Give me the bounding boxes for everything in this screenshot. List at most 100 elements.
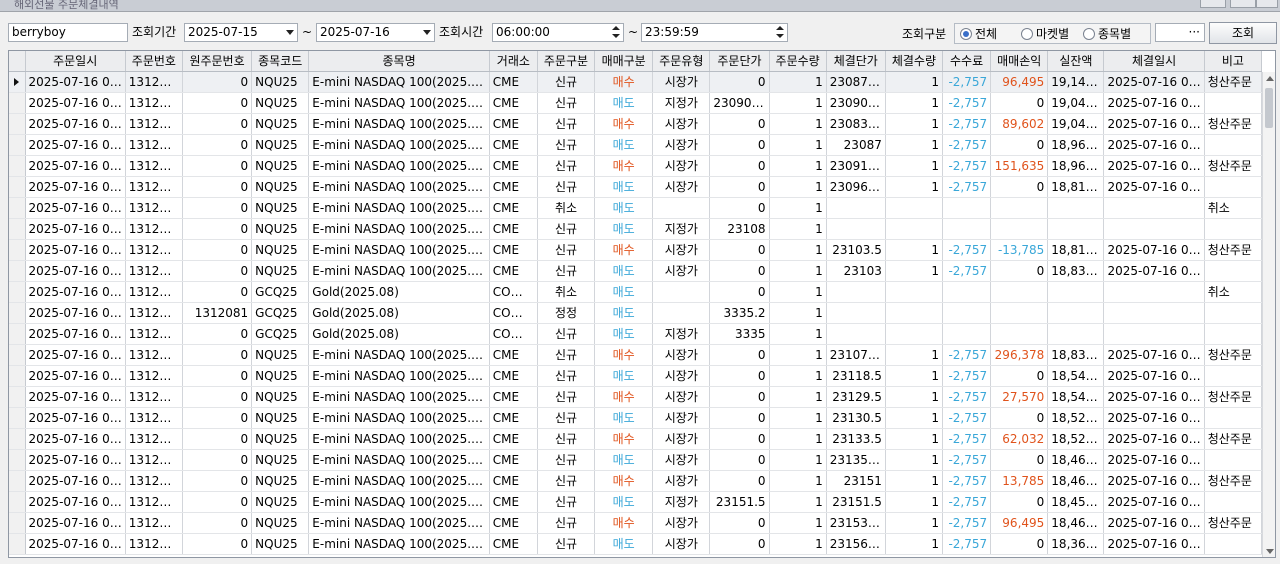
row-selector[interactable] [9,386,26,408]
cell-order-qty: 1 [769,344,827,366]
row-selector[interactable] [9,449,26,471]
spin-arrows-icon[interactable] [774,25,786,40]
column-header-orig-order-no[interactable]: 원주문번호 [182,51,253,72]
column-header-order-time[interactable]: 주문일시 [25,51,126,72]
row-selector[interactable] [9,176,26,198]
spin-arrows-icon[interactable] [610,25,622,40]
column-header-order-type[interactable]: 주문유형 [652,51,711,72]
cell-orig-order-no: 0 [182,176,253,198]
column-header-fill-qty[interactable]: 체결수량 [885,51,944,72]
cell-order-price: 0 [709,428,770,450]
column-header-balance[interactable]: 실잔액 [1047,51,1105,72]
table-row[interactable]: 2025-07-16 04:… 1312095 0 NQU25 E-mini NASDA… [9,113,1263,135]
user-id-field[interactable]: berryboy [8,23,128,42]
table-row[interactable]: 2025-07-16 03:… 1312055 0 NQU25 E-mini NASDA… [9,533,1263,555]
table-row[interactable]: 2025-07-16 03:… 1312062 0 NQU25 E-mini NASDA… [9,470,1263,492]
cell-order-qty: 1 [769,491,827,513]
table-row[interactable]: 2025-07-16 03:… 1312070 0 NQU25 E-mini NASDA… [9,344,1263,366]
row-selector[interactable] [9,512,26,534]
cell-exchange: CME [489,365,538,387]
row-selector[interactable] [9,113,26,135]
scroll-down-icon[interactable] [1266,549,1274,554]
row-selector[interactable] [9,302,26,324]
column-header-note[interactable]: 비고 [1204,51,1263,72]
table-row[interactable]: 2025-07-16 03:… 1312064 0 NQU25 E-mini NASDA… [9,428,1263,450]
cell-item-name: E-mini NASDAQ 100(2025.09) [308,449,490,471]
row-selector[interactable] [9,407,26,429]
row-selector[interactable] [9,155,26,177]
row-selector[interactable] [9,239,26,261]
date-from-dropdown[interactable]: 2025-07-15 [184,23,298,42]
table-row[interactable]: 2025-07-16 04:… 1312091 0 NQU25 E-mini NASDA… [9,176,1263,198]
table-row[interactable]: 2025-07-16 04:… 1312082 1312081 GCQ25 Gold(2… [9,302,1263,324]
cell-item-code: NQU25 [251,92,310,114]
row-selector[interactable] [9,197,26,219]
row-selector[interactable] [9,71,26,93]
row-selector[interactable] [9,344,26,366]
cell-order-type: 시장가 [652,428,711,450]
column-header-trade-side[interactable]: 매매구분 [594,51,654,72]
column-header-exchange[interactable]: 거래소 [489,51,538,72]
row-selector[interactable] [9,491,26,513]
close-button[interactable] [1256,0,1278,8]
cell-exchange: CME [489,512,538,534]
cell-item-code: NQU25 [251,470,310,492]
column-header-fill-time[interactable]: 체결일시 [1103,51,1205,72]
column-header-fee[interactable]: 수수료 [942,51,992,72]
row-selector[interactable] [9,533,26,555]
table-row[interactable]: 2025-07-16 04:… 1312085 0 NQU25 E-mini NASDA… [9,260,1263,282]
maximize-button[interactable] [1230,0,1256,8]
more-icon[interactable]: ··· [1189,25,1200,39]
row-selector[interactable] [9,365,26,387]
column-header-order-qty[interactable]: 주문수량 [769,51,827,72]
table-row[interactable]: 2025-07-16 04:… 1312082 0 GCQ25 Gold(2025.08… [9,281,1263,303]
table-row[interactable]: 2025-07-16 04:… 1312088 0 NQU25 E-mini NASDA… [9,197,1263,219]
row-selector[interactable] [9,323,26,345]
column-header-fill-price[interactable]: 체결단가 [826,51,886,72]
vertical-scrollbar[interactable] [1262,72,1275,557]
table-row[interactable]: 2025-07-16 03:… 1312060 0 NQU25 E-mini NASDA… [9,512,1263,534]
table-row[interactable]: 2025-07-16 04:… 1312096 0 NQU25 E-mini NASDA… [9,92,1263,114]
cell-item-name: E-mini NASDAQ 100(2025.09) [308,365,490,387]
table-row[interactable]: 2025-07-16 04:… 1312097 0 NQU25 E-mini NASDA… [9,71,1263,93]
table-row[interactable]: 2025-07-16 04:… 1312081 0 GCQ25 Gold(2025.08… [9,323,1263,345]
column-header-pnl[interactable]: 매매손익 [990,51,1049,72]
row-selector[interactable] [9,281,26,303]
row-selector[interactable] [9,218,26,240]
table-row[interactable]: 2025-07-16 03:… 1312067 0 NQU25 E-mini NASDA… [9,386,1263,408]
radio-market[interactable]: 마켓별 [1021,27,1069,41]
date-to-dropdown[interactable]: 2025-07-16 [316,23,435,42]
search-button[interactable]: 조회 [1209,22,1277,44]
table-row[interactable]: 2025-07-16 03:… 1312061 0 NQU25 E-mini NASDA… [9,491,1263,513]
scroll-thumb[interactable] [1265,88,1273,128]
table-row[interactable]: 2025-07-16 03:… 1312066 0 NQU25 E-mini NASDA… [9,407,1263,429]
column-header-order-kind[interactable]: 주문구분 [537,51,596,72]
cell-order-kind: 신규 [537,92,596,114]
column-header-item-code[interactable]: 종목코드 [251,51,310,72]
row-selector[interactable] [9,260,26,282]
cell-orig-order-no: 0 [182,428,253,450]
cell-item-code: NQU25 [251,512,310,534]
column-header-order-no[interactable]: 주문번호 [125,51,183,72]
table-row[interactable]: 2025-07-16 04:… 1312092 0 NQU25 E-mini NASDA… [9,155,1263,177]
time-to-stepper[interactable]: 23:59:59 [641,23,788,42]
radio-all[interactable]: 전체 [960,27,997,41]
row-selector[interactable] [9,92,26,114]
minimize-button[interactable] [1200,0,1226,8]
cell-item-code: NQU25 [251,260,310,282]
item-search-field[interactable]: ··· [1155,23,1205,42]
row-selector[interactable] [9,134,26,156]
table-row[interactable]: 2025-07-16 04:… 1312088 0 NQU25 E-mini NASDA… [9,218,1263,240]
row-selector[interactable] [9,428,26,450]
table-row[interactable]: 2025-07-16 04:… 1312087 0 NQU25 E-mini NASDA… [9,239,1263,261]
row-selector[interactable] [9,470,26,492]
column-header-item-name[interactable]: 종목명 [308,51,490,72]
cell-fill-time: 2025-07-16 04:… [1103,260,1205,282]
radio-item[interactable]: 종목별 [1083,27,1131,41]
scroll-up-icon[interactable] [1266,76,1274,81]
table-row[interactable]: 2025-07-16 04:… 1312094 0 NQU25 E-mini NASDA… [9,134,1263,156]
time-from-stepper[interactable]: 06:00:00 [492,23,624,42]
column-header-order-price[interactable]: 주문단가 [709,51,770,72]
table-row[interactable]: 2025-07-16 03:… 1312069 0 NQU25 E-mini NASDA… [9,365,1263,387]
table-row[interactable]: 2025-07-16 03:… 1312063 0 NQU25 E-mini NASDA… [9,449,1263,471]
